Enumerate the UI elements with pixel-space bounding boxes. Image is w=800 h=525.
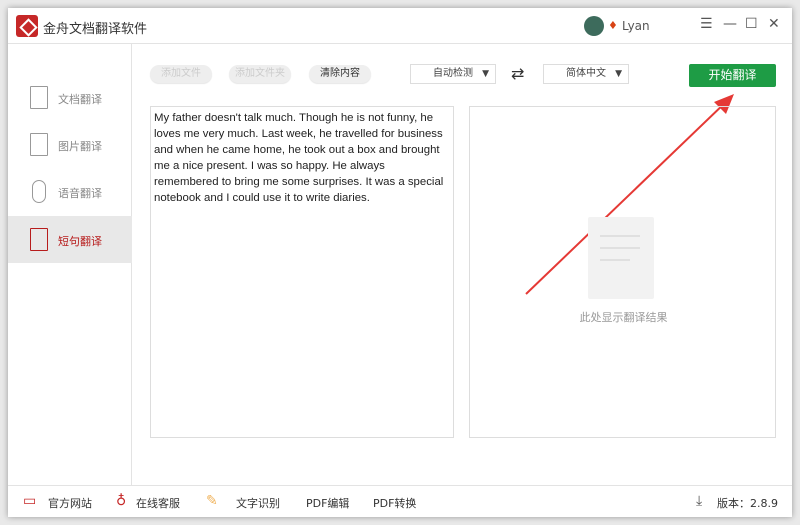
monitor-icon: ▭ [23, 493, 37, 509]
empty-document-icon [588, 217, 654, 299]
minimize-button[interactable]: — [723, 16, 737, 32]
username[interactable]: Lyan [622, 19, 650, 33]
sidebar-item-sentence[interactable]: 短句翻译 [8, 216, 132, 263]
pdf-convert-link[interactable]: PDF转换 [373, 495, 416, 511]
source-text-input[interactable]: My father doesn't talk much. Though he i… [150, 106, 454, 438]
sidebar-item-image[interactable]: 图片翻译 [8, 121, 132, 168]
sidebar-item-label: 短句翻译 [58, 235, 102, 248]
pdf-edit-link[interactable]: PDF编辑 [306, 495, 349, 511]
footer-bar: ▭ 官方网站 ♁ 在线客服 ✎ 文字识别 PDF编辑 PDF转换 ⤓ 版本：2.… [8, 485, 792, 517]
download-icon[interactable]: ⤓ [696, 493, 702, 509]
chevron-down-icon: ▼ [615, 69, 622, 79]
chevron-down-icon: ▼ [482, 69, 489, 79]
sidebar-item-label: 文档翻译 [58, 93, 102, 106]
start-translate-button[interactable]: 开始翻译 [689, 64, 776, 87]
source-language-select[interactable]: 自动检测 ▼ [410, 64, 496, 84]
maximize-button[interactable]: ☐ [745, 16, 758, 32]
add-file-button[interactable]: 添加文件 [150, 65, 212, 83]
target-language-select[interactable]: 简体中文 ▼ [543, 64, 629, 84]
app-window: 金舟文档翻译软件 ♦ Lyan ☰ — ☐ ✕ 文档翻译 图片翻译 语音翻译 短… [8, 8, 792, 517]
add-folder-button[interactable]: 添加文件夹 [229, 65, 291, 83]
vip-gem-icon: ♦ [608, 19, 618, 32]
sidebar-item-voice[interactable]: 语音翻译 [8, 168, 132, 215]
notebook-icon [30, 228, 48, 251]
microphone-icon [32, 180, 46, 203]
avatar[interactable] [584, 16, 604, 36]
source-language-value: 自动检测 [433, 68, 473, 79]
support-icon: ♁ [116, 493, 127, 509]
title-bar: 金舟文档翻译软件 ♦ Lyan ☰ — ☐ ✕ [8, 8, 792, 44]
version-label: 版本：2.8.9 [717, 497, 778, 510]
close-button[interactable]: ✕ [768, 16, 780, 32]
result-panel: 此处显示翻译结果 [469, 106, 776, 438]
result-placeholder: 此处显示翻译结果 [579, 311, 668, 324]
menu-icon[interactable]: ☰ [700, 16, 713, 32]
image-icon [30, 133, 48, 156]
app-title: 金舟文档翻译软件 [43, 22, 148, 37]
sidebar-item-label: 图片翻译 [58, 140, 102, 153]
swap-languages-icon[interactable]: ⇄ [511, 64, 524, 83]
clear-button[interactable]: 清除内容 [309, 65, 371, 83]
app-logo-icon [16, 15, 38, 37]
document-icon [30, 86, 48, 109]
ocr-icon: ✎ [206, 493, 218, 509]
sidebar-item-label: 语音翻译 [58, 187, 102, 200]
sidebar-item-document[interactable]: 文档翻译 [8, 74, 132, 121]
website-link[interactable]: 官方网站 [48, 495, 92, 511]
target-language-value: 简体中文 [566, 68, 606, 79]
ocr-link[interactable]: 文字识别 [236, 495, 280, 511]
support-link[interactable]: 在线客服 [136, 495, 180, 511]
sidebar: 文档翻译 图片翻译 语音翻译 短句翻译 [8, 44, 132, 485]
